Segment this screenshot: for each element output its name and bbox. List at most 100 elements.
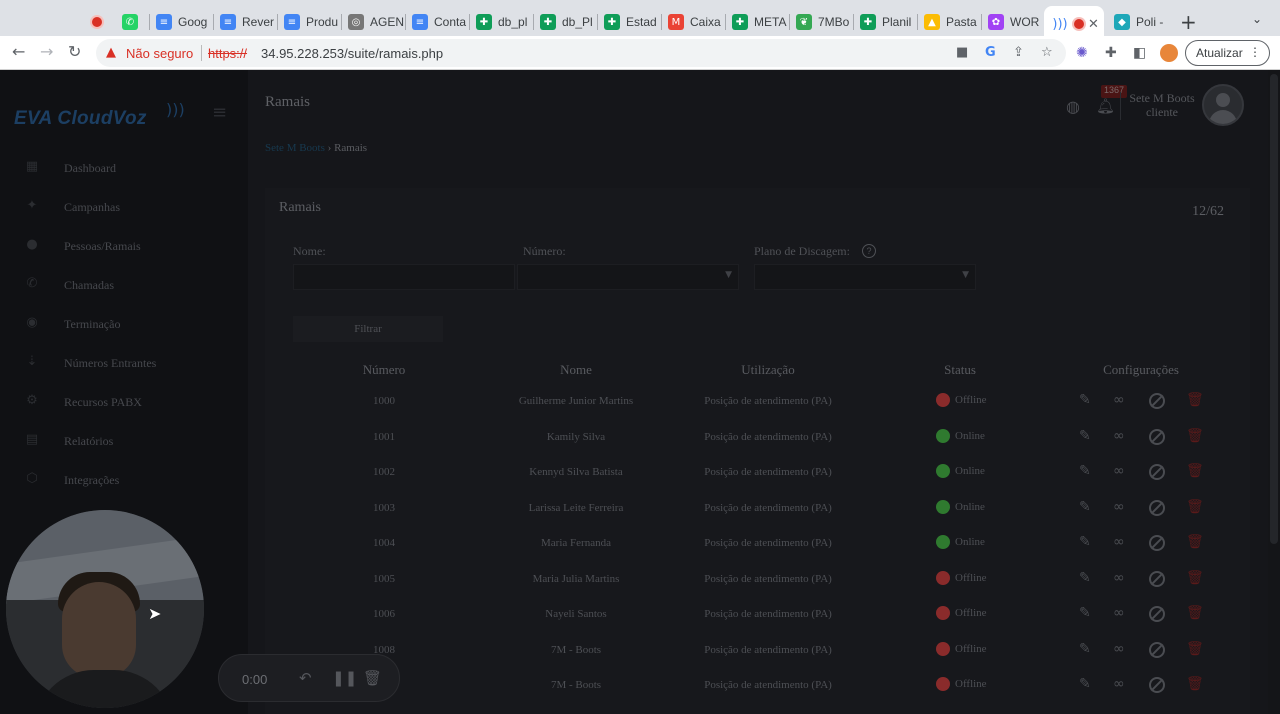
menu-toggle-icon[interactable]: ≡ bbox=[212, 102, 227, 123]
browser-tab[interactable]: ✚ db_Pl bbox=[536, 8, 596, 36]
block-icon[interactable] bbox=[1149, 428, 1165, 445]
edit-icon[interactable]: ✎ bbox=[1079, 676, 1091, 692]
edit-icon[interactable]: ✎ bbox=[1079, 463, 1091, 479]
block-icon[interactable] bbox=[1149, 499, 1165, 516]
side-panel-icon[interactable]: ◧ bbox=[1133, 45, 1146, 61]
voicemail-icon[interactable]: ∞ bbox=[1113, 605, 1125, 621]
webcam-bubble[interactable] bbox=[6, 510, 204, 708]
name-filter-input[interactable] bbox=[293, 264, 515, 290]
update-button[interactable]: Atualizar ⋮ bbox=[1185, 40, 1270, 66]
browser-tab[interactable]: ≡ Produ bbox=[280, 8, 340, 36]
block-icon[interactable] bbox=[1149, 677, 1165, 693]
browser-tab[interactable]: ✚ META bbox=[728, 8, 788, 36]
block-icon[interactable] bbox=[1149, 393, 1165, 409]
edit-icon[interactable]: ✎ bbox=[1079, 534, 1091, 550]
sidebar-item[interactable]: ▤ Relatórios bbox=[22, 431, 113, 451]
new-tab-icon[interactable]: + bbox=[1180, 10, 1197, 34]
extension-colorful-icon[interactable]: ✺ bbox=[1076, 45, 1088, 61]
voicemail-icon[interactable]: ∞ bbox=[1113, 641, 1125, 657]
voicemail-icon[interactable]: ∞ bbox=[1113, 534, 1125, 550]
avatar-body bbox=[1209, 110, 1237, 124]
sidebar-item[interactable]: ✆ Chamadas bbox=[22, 275, 114, 295]
delete-icon[interactable]: 🗑︎ bbox=[1186, 676, 1204, 692]
browser-tab[interactable]: ✿ WOR bbox=[984, 8, 1042, 36]
address-bar[interactable]: ▲ Não seguro https:// 34.95.228.253/suit… bbox=[96, 39, 1066, 67]
edit-icon[interactable]: ✎ bbox=[1079, 605, 1091, 621]
delete-icon[interactable]: 🗑︎ bbox=[1186, 641, 1204, 657]
reload-icon[interactable]: ↻ bbox=[68, 42, 81, 61]
profile-avatar[interactable] bbox=[1160, 44, 1178, 62]
forward-icon[interactable]: → bbox=[40, 42, 53, 61]
delete-icon[interactable]: 🗑︎ bbox=[1186, 605, 1204, 621]
browser-tab[interactable]: ▲ Pasta bbox=[920, 8, 980, 36]
sidebar-item[interactable]: ⬡ Integrações bbox=[22, 470, 119, 490]
voicemail-icon[interactable]: ∞ bbox=[1113, 676, 1125, 692]
bell-icon[interactable]: 🔔︎ bbox=[1096, 97, 1115, 115]
browser-tab[interactable] bbox=[88, 8, 116, 36]
browser-tab-label: Planil bbox=[882, 15, 912, 29]
sidebar-item[interactable]: ◉ Terminação bbox=[22, 314, 120, 334]
voicemail-icon[interactable]: ∞ bbox=[1113, 463, 1125, 479]
tab-search-icon[interactable]: ⌄ bbox=[1252, 12, 1262, 26]
dialplan-filter-select[interactable]: ▼ bbox=[754, 264, 976, 290]
edit-icon[interactable]: ✎ bbox=[1079, 641, 1091, 657]
share-icon[interactable]: ⇪ bbox=[1013, 45, 1024, 60]
block-icon[interactable] bbox=[1149, 570, 1165, 587]
filter-button[interactable]: Filtrar bbox=[293, 316, 443, 342]
browser-tab[interactable]: ◎ AGEN bbox=[344, 8, 404, 36]
scrollbar[interactable] bbox=[1268, 70, 1280, 714]
voicemail-icon[interactable]: ∞ bbox=[1113, 428, 1125, 444]
tab-separator bbox=[213, 14, 214, 30]
edit-icon[interactable]: ✎ bbox=[1079, 428, 1091, 444]
sidebar-item[interactable]: ▦ Dashboard bbox=[22, 158, 116, 178]
voicemail-icon[interactable]: ∞ bbox=[1113, 499, 1125, 515]
sidebar-item[interactable]: ✦ Campanhas bbox=[22, 197, 120, 217]
delete-icon[interactable]: 🗑︎ bbox=[1186, 392, 1204, 408]
block-icon[interactable] bbox=[1149, 641, 1165, 658]
back-icon[interactable]: ← bbox=[12, 42, 25, 61]
sidebar-item[interactable]: ⇣ Números Entrantes bbox=[22, 353, 157, 373]
browser-tab[interactable]: ✚ db_pl bbox=[472, 8, 532, 36]
sidebar-item[interactable]: ● Pessoas/Ramais bbox=[22, 236, 140, 256]
voicemail-icon[interactable]: ∞ bbox=[1113, 570, 1125, 586]
browser-tab[interactable]: ≡ Rever bbox=[216, 8, 276, 36]
number-filter-select[interactable]: ▼ bbox=[517, 264, 739, 290]
block-icon[interactable] bbox=[1149, 535, 1165, 551]
browser-tab[interactable]: ✚ Planil bbox=[856, 8, 916, 36]
avatar[interactable] bbox=[1202, 84, 1244, 126]
browser-tab[interactable]: ✆ bbox=[118, 8, 148, 36]
bookmark-star-icon[interactable]: ☆ bbox=[1041, 45, 1053, 60]
undo-icon[interactable]: ↶ bbox=[299, 669, 312, 687]
block-icon[interactable] bbox=[1149, 464, 1165, 480]
edit-icon[interactable]: ✎ bbox=[1079, 499, 1091, 515]
sidebar-item[interactable]: ⚙ Recursos PABX bbox=[22, 392, 142, 412]
breadcrumb-link[interactable]: Sete M Boots bbox=[265, 142, 325, 154]
scrollbar-thumb[interactable] bbox=[1270, 74, 1278, 544]
user-info[interactable]: Sete M Boots cliente bbox=[1127, 91, 1197, 119]
edit-icon[interactable]: ✎ bbox=[1079, 570, 1091, 586]
delete-icon[interactable]: 🗑︎ bbox=[1186, 463, 1204, 479]
voicemail-icon[interactable]: ∞ bbox=[1113, 392, 1125, 408]
help-icon[interactable]: ? bbox=[862, 244, 876, 258]
delete-icon[interactable]: 🗑︎ bbox=[1186, 499, 1204, 515]
browser-tab[interactable]: ◆ Poli - bbox=[1110, 8, 1166, 36]
delete-icon[interactable]: 🗑︎ bbox=[1186, 570, 1204, 586]
edit-icon[interactable]: ✎ bbox=[1079, 392, 1091, 408]
extensions-puzzle-icon[interactable]: ✚ bbox=[1105, 45, 1117, 61]
pause-icon[interactable]: ❚❚ bbox=[332, 669, 357, 687]
google-icon[interactable]: G bbox=[985, 45, 996, 60]
camera-icon[interactable]: ■ bbox=[956, 45, 968, 60]
close-icon[interactable]: ✕ bbox=[1088, 17, 1099, 32]
more-icon[interactable]: ⋮ bbox=[1249, 45, 1261, 59]
delete-icon[interactable]: 🗑︎ bbox=[1186, 428, 1204, 444]
browser-tab[interactable]: ✚ Estad bbox=[600, 8, 660, 36]
block-icon[interactable] bbox=[1149, 606, 1165, 622]
browser-tab[interactable]: ≡ Goog bbox=[152, 8, 212, 36]
browser-tab[interactable]: ❦ 7MBo bbox=[792, 8, 852, 36]
status-badge: Online bbox=[936, 428, 985, 443]
browser-tab[interactable]: M Caixa bbox=[664, 8, 724, 36]
delete-icon[interactable]: 🗑︎ bbox=[1186, 534, 1204, 550]
globe-icon[interactable]: ◍ bbox=[1066, 97, 1080, 116]
trash-icon[interactable]: 🗑︎ bbox=[363, 669, 382, 687]
browser-tab[interactable]: ≡ Conta bbox=[408, 8, 468, 36]
